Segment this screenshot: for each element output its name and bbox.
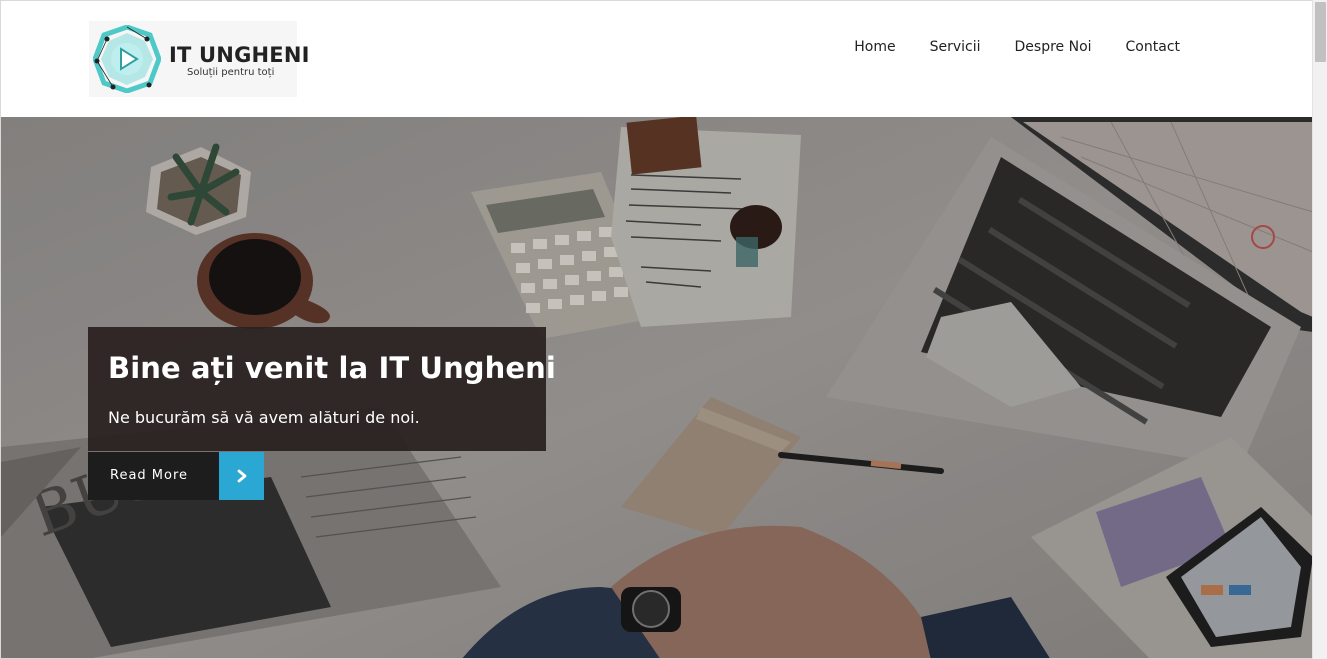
nav-item-servicii[interactable]: Servicii [913,37,998,57]
nav-item-contact[interactable]: Contact [1109,37,1197,57]
logo-title: IT UNGHENI [169,43,310,67]
nav-item-despre-noi[interactable]: Despre Noi [998,37,1109,57]
read-more-arrow-button[interactable] [219,452,264,500]
hero-caption: Bine ați venit la IT Ungheni Ne bucurăm … [88,327,556,451]
main-nav: Home Servicii Despre Noi Contact [837,37,1197,57]
hero-subtitle: Ne bucurăm să vă avem alături de noi. [108,408,420,427]
site-header: IT UNGHENI Soluții pentru toți Home Serv… [1,1,1312,117]
nav-item-home[interactable]: Home [837,37,912,57]
logo-tagline: Soluții pentru toți [187,67,275,78]
hero-title: Bine ați venit la IT Ungheni [108,351,556,385]
site-logo[interactable]: IT UNGHENI Soluții pentru toți [89,21,309,97]
logo-icon [93,25,161,93]
read-more-button[interactable]: Read More [88,452,219,500]
chevron-right-icon [237,469,246,483]
page-viewport: IT UNGHENI Soluții pentru toți Home Serv… [0,0,1312,659]
scrollbar-thumb[interactable] [1315,2,1326,62]
vertical-scrollbar[interactable] [1312,0,1327,659]
